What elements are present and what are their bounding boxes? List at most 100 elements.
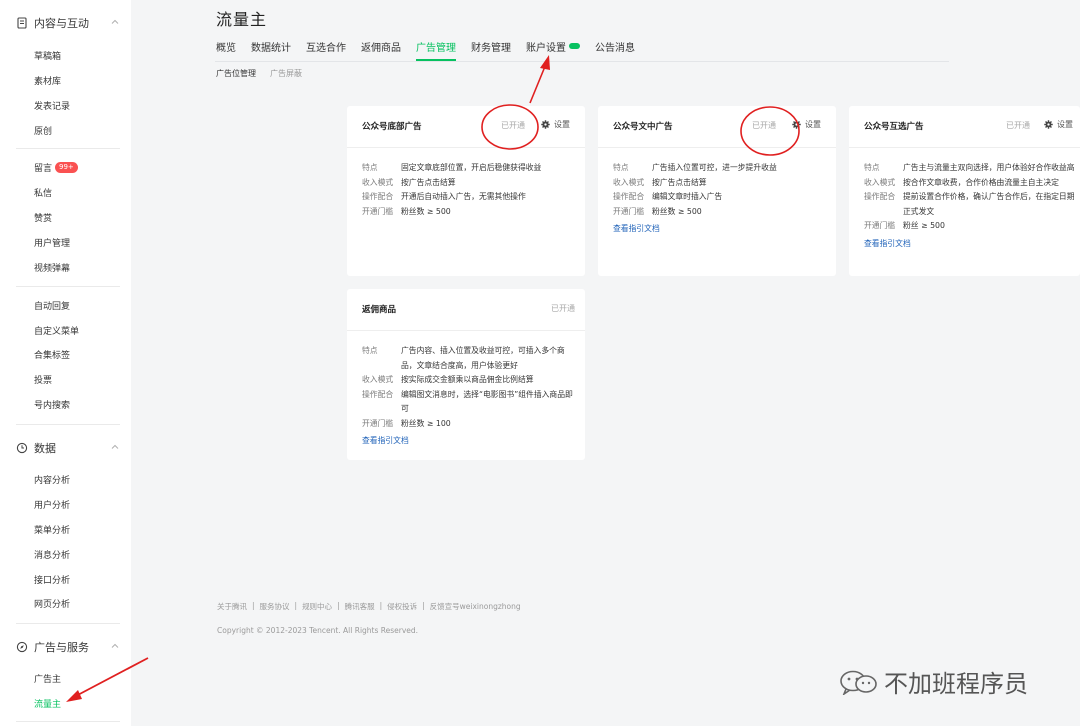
tab-finance[interactable]: 财务管理 [471, 40, 511, 61]
chevron-up-icon[interactable] [110, 442, 120, 452]
row-value: 粉丝数 ≥ 100 [401, 418, 451, 428]
tab-ad-management[interactable]: 广告管理 [416, 40, 456, 61]
settings-label: 设置 [554, 120, 570, 129]
gear-icon [1044, 120, 1053, 129]
tab-commission-goods[interactable]: 返佣商品 [361, 40, 401, 61]
footer-link[interactable]: 反馈宣号weixinongzhong [430, 601, 521, 612]
row-key: 收入模式 [864, 177, 896, 187]
row-threshold: 开通门槛 粉丝数 ≥ 500 [613, 205, 777, 220]
sidebar-item-collection-tags[interactable]: 合集标签 [34, 346, 70, 362]
row-key: 特点 [864, 163, 880, 172]
tabs-divider [215, 61, 949, 62]
row-income: 收入模式 按广告点击结算 [613, 176, 777, 191]
row-key: 特点 [362, 163, 378, 172]
footer-link[interactable]: 服务协议 [260, 601, 290, 612]
sidebar-item-voting[interactable]: 投票 [34, 371, 52, 387]
sidebar-item-publish-records[interactable]: 发表记录 [34, 97, 70, 113]
document-icon [16, 17, 28, 29]
sidebar-item-custom-menu[interactable]: 自定义菜单 [34, 322, 79, 338]
tab-statistics[interactable]: 数据统计 [251, 40, 291, 61]
footer-link[interactable]: 规则中心 [302, 601, 332, 612]
status-badge: 已开通 [1006, 121, 1030, 130]
row-key: 操作配合 [613, 192, 645, 201]
row-value: 提前设置合作价格，确认广告合作后，在指定日期正式发文 [903, 192, 1075, 216]
sidebar-item-comments[interactable]: 留言 99+ [34, 159, 78, 175]
chevron-up-icon[interactable] [110, 641, 120, 651]
sidebar-item-drafts[interactable]: 草稿箱 [34, 47, 61, 63]
sidebar-item-original[interactable]: 原创 [34, 122, 52, 138]
settings-label: 设置 [805, 120, 821, 129]
row-value: 编辑图文消息时，选择“电影图书”组件插入商品即可 [401, 389, 573, 414]
sidebar-group-label: 内容与互动 [34, 17, 89, 30]
tab-mutual-selection[interactable]: 互选合作 [306, 40, 346, 61]
row-threshold: 开通门槛 粉丝数 ≥ 500 [362, 205, 576, 220]
card-divider [347, 147, 585, 148]
sidebar-item-auto-reply[interactable]: 自动回复 [34, 297, 70, 313]
card-title: 公众号文中广告 [613, 122, 673, 132]
sidebar-item-materials[interactable]: 素材库 [34, 72, 61, 88]
gear-icon [792, 120, 801, 129]
sidebar-item-menu-analysis[interactable]: 菜单分析 [34, 521, 70, 537]
card-title: 返佣商品 [362, 305, 397, 315]
sidebar-item-content-analysis[interactable]: 内容分析 [34, 471, 70, 487]
row-operation: 操作配合 开通后自动插入广告，无需其他操作 [362, 190, 576, 205]
sub-tabs: 广告位管理 广告屏蔽 [216, 68, 316, 79]
sidebar-item-user-analysis[interactable]: 用户分析 [34, 496, 70, 512]
card-title: 公众号底部广告 [362, 122, 422, 132]
tab-label: 账户设置 [526, 43, 566, 54]
sidebar-item-messages[interactable]: 私信 [34, 184, 52, 200]
separator: | [252, 601, 255, 610]
sidebar-group-ads[interactable]: 广告与服务 [16, 637, 126, 657]
footer-link[interactable]: 关于腾讯 [217, 601, 247, 612]
row-income: 收入模式 按广告点击结算 [362, 176, 576, 191]
sidebar-item-user-management[interactable]: 用户管理 [34, 234, 70, 250]
separator: | [379, 601, 383, 610]
sidebar-item-rewards[interactable]: 赞赏 [34, 209, 52, 225]
row-income: 收入模式 按实际成交金额乘以商品佣金比例结算 [362, 373, 576, 388]
row-value: 按合作文章收费，合作价格由流量主自主决定 [903, 177, 1059, 187]
row-key: 开通门槛 [613, 206, 645, 216]
row-key: 收入模式 [613, 177, 645, 187]
subtab-ad-slots[interactable]: 广告位管理 [216, 68, 256, 79]
divider [16, 721, 120, 722]
footer-link[interactable]: 侵权投诉 [387, 601, 417, 612]
row-value: 广告插入位置可控，进一步提升收益 [652, 163, 777, 172]
settings-button[interactable]: 设置 [792, 119, 821, 130]
sidebar-item-account-search[interactable]: 号内搜索 [34, 396, 70, 412]
sidebar-group-content[interactable]: 内容与互动 [16, 13, 126, 33]
doc-link[interactable]: 查看指引文档 [864, 237, 1075, 251]
row-operation: 操作配合 编辑图文消息时，选择“电影图书”组件插入商品即可 [362, 388, 576, 417]
main-tabs: 概览 数据统计 互选合作 返佣商品 广告管理 财务管理 账户设置 公告消息 [216, 40, 650, 62]
chevron-up-icon[interactable] [110, 17, 120, 27]
settings-label: 设置 [1057, 120, 1073, 129]
row-key: 收入模式 [362, 177, 394, 187]
tab-announcements[interactable]: 公告消息 [595, 40, 635, 61]
status-badge: 已开通 [551, 304, 575, 313]
doc-link[interactable]: 查看指引文档 [613, 222, 777, 236]
sidebar-item-advertiser[interactable]: 广告主 [34, 670, 61, 686]
row-value: 按广告点击结算 [401, 177, 456, 187]
sidebar-item-message-analysis[interactable]: 消息分析 [34, 546, 70, 562]
row-threshold: 开通门槛 粉丝数 ≥ 100 [362, 417, 576, 432]
doc-link[interactable]: 查看指引文档 [362, 434, 576, 448]
footer-link[interactable]: 腾讯客服 [345, 601, 375, 612]
tab-overview[interactable]: 概览 [216, 40, 236, 61]
row-value: 粉丝数 ≥ 500 [401, 206, 451, 216]
sidebar-item-publisher[interactable]: 流量主 [34, 695, 61, 711]
status-badge: 已开通 [501, 121, 525, 130]
ad-card-commission-goods: 返佣商品 已开通 特点 广告内容、插入位置及收益可控，可插入多个商品，文章结合度高… [347, 289, 585, 460]
sidebar-group-label: 广告与服务 [34, 641, 89, 654]
settings-button[interactable]: 设置 [541, 119, 570, 130]
subtab-ad-blocking[interactable]: 广告屏蔽 [270, 68, 302, 79]
row-value: 编辑文章时插入广告 [652, 192, 723, 201]
sidebar-item-web-analysis[interactable]: 网页分析 [34, 595, 70, 611]
sidebar-group-data[interactable]: 数据 [16, 438, 126, 458]
row-feature: 特点 广告内容、插入位置及收益可控，可插入多个商品，文章结合度高，用户体验更好 [362, 344, 576, 373]
divider [16, 424, 120, 425]
row-threshold: 开通门槛 粉丝 ≥ 500 [864, 219, 1075, 234]
tab-account-settings[interactable]: 账户设置 [526, 40, 580, 61]
sidebar-item-api-analysis[interactable]: 接口分析 [34, 571, 70, 587]
settings-button[interactable]: 设置 [1044, 119, 1073, 130]
sidebar-item-video-danmaku[interactable]: 视频弹幕 [34, 259, 70, 275]
row-key: 开通门槛 [362, 206, 394, 216]
